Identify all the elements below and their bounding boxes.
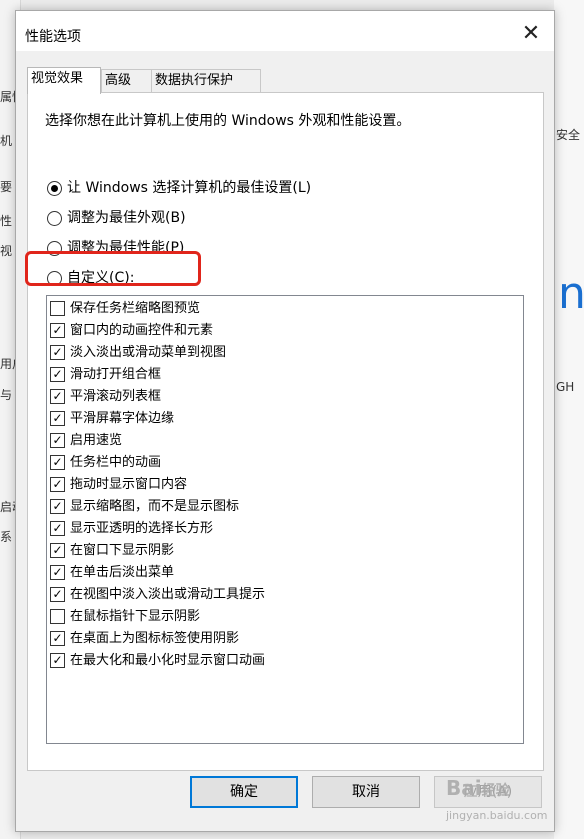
checkbox[interactable]: ✓	[50, 543, 65, 558]
watermark-brand: Bai	[446, 776, 482, 800]
radio-button-icon[interactable]	[47, 241, 62, 256]
cancel-button[interactable]: 取消	[312, 776, 420, 808]
effect-label: 在桌面上为图标标签使用阴影	[70, 631, 240, 646]
effect-label: 窗口内的动画控件和元素	[70, 323, 214, 338]
effect-label: 在最大化和最小化时显示窗口动画	[70, 653, 266, 668]
tab-visual-effects[interactable]: 视觉效果	[27, 67, 101, 94]
effect-label: 启用速览	[70, 433, 123, 448]
watermark-suffix: 经验	[481, 783, 510, 799]
close-icon[interactable]: ✕	[516, 21, 546, 47]
watermark-domain: jingyan.baidu.com	[446, 809, 548, 822]
bg-text: GH	[556, 380, 575, 394]
effect-label: 在视图中淡入淡出或滑动工具提示	[70, 587, 266, 602]
performance-options-dialog: 性能选项 ✕ 视觉效果 高级 数据执行保护 选择你想在此计算机上使用的 Wind…	[15, 10, 555, 832]
background-window-right: 安全 ne GH	[554, 0, 584, 839]
ok-button[interactable]: 确定	[190, 776, 298, 808]
visual-effects-list[interactable]: 保存任务栏缩略图预览 ✓ 窗口内的动画控件和元素 ✓ 淡入淡出或滑动菜单到视图 ✓ 滑…	[46, 295, 524, 744]
title-bar[interactable]: 性能选项 ✕	[16, 11, 554, 51]
effect-label: 平滑屏幕字体边缘	[70, 411, 175, 426]
effect-label: 滑动打开组合框	[70, 367, 162, 382]
effect-label: 淡入淡出或滑动菜单到视图	[70, 345, 227, 360]
bg-text: 性	[0, 214, 13, 228]
tab-advanced[interactable]: 高级	[101, 69, 157, 92]
radio-label: 调整为最佳性能(P)	[67, 240, 185, 256]
checkbox[interactable]: ✓	[50, 389, 65, 404]
radio-button-icon[interactable]	[47, 211, 62, 226]
radio-label: 调整为最佳外观(B)	[67, 210, 186, 226]
bg-text: 视	[0, 244, 13, 258]
checkbox[interactable]: ✓	[50, 411, 65, 426]
radio-label: 自定义(C):	[67, 270, 135, 286]
bg-text: 要	[0, 180, 13, 194]
checkbox[interactable]: ✓	[50, 631, 65, 646]
radio-button-icon[interactable]	[47, 271, 62, 286]
checkbox[interactable]: ✓	[50, 521, 65, 536]
effect-label: 显示亚透明的选择长方形	[70, 521, 214, 536]
bg-text: 机	[0, 134, 13, 148]
checkbox[interactable]: ✓	[50, 653, 65, 668]
bg-text: ne	[558, 268, 584, 319]
checkbox[interactable]	[50, 609, 65, 624]
effect-label: 在鼠标指针下显示阴影	[70, 609, 201, 624]
effect-label: 保存任务栏缩略图预览	[70, 301, 201, 316]
checkbox[interactable]	[50, 301, 65, 316]
checkbox[interactable]: ✓	[50, 367, 65, 382]
checkbox[interactable]: ✓	[50, 433, 65, 448]
checkbox[interactable]: ✓	[50, 323, 65, 338]
radio-button-icon[interactable]	[47, 181, 62, 196]
effect-label: 在窗口下显示阴影	[70, 543, 175, 558]
checkbox[interactable]: ✓	[50, 477, 65, 492]
bg-text: 系	[0, 530, 13, 544]
effect-label: 显示缩略图，而不是显示图标	[70, 499, 240, 514]
checkbox[interactable]: ✓	[50, 587, 65, 602]
dialog-title: 性能选项	[25, 29, 81, 45]
tab-data-execution-prevention[interactable]: 数据执行保护	[151, 69, 261, 92]
effect-label: 任务栏中的动画	[70, 455, 162, 470]
visual-effects-panel: 选择你想在此计算机上使用的 Windows 外观和性能设置。 让 Windows…	[25, 92, 544, 771]
effect-label: 在单击后淡出菜单	[70, 565, 175, 580]
bg-text: 安全	[556, 128, 581, 142]
checkbox[interactable]: ✓	[50, 345, 65, 360]
effect-label: 平滑滚动列表框	[70, 389, 162, 404]
radio-label: 让 Windows 选择计算机的最佳设置(L)	[67, 180, 312, 196]
checkbox[interactable]: ✓	[50, 455, 65, 470]
checkbox[interactable]: ✓	[50, 565, 65, 580]
panel-description: 选择你想在此计算机上使用的 Windows 外观和性能设置。	[45, 113, 411, 129]
bg-text: 与	[0, 388, 13, 402]
effect-label: 拖动时显示窗口内容	[70, 477, 188, 492]
baidu-watermark: Bai经验 jingyan.baidu.com	[446, 776, 548, 824]
checkbox[interactable]: ✓	[50, 499, 65, 514]
